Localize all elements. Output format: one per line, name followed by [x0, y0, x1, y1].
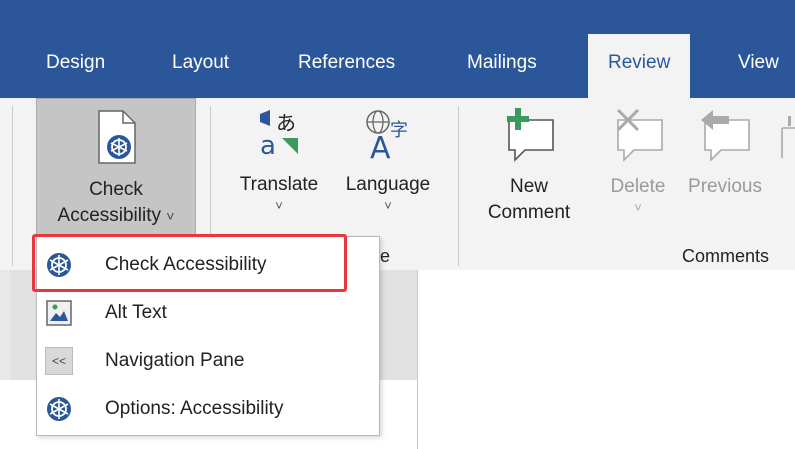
previous-label: Previous	[688, 176, 762, 197]
svg-text:あ: あ	[276, 111, 296, 135]
new-comment-button[interactable]: New Comment	[474, 106, 584, 226]
svg-text:a: a	[260, 131, 276, 160]
comments-group-label: Comments	[682, 246, 770, 266]
check-accessibility-dropdown: Check Accessibility Alt Text << Navigati…	[36, 236, 380, 436]
menu-item-check-accessibility[interactable]: Check Accessibility	[37, 241, 379, 289]
pane-divider	[417, 270, 418, 449]
group-separator	[458, 106, 459, 266]
check-accessibility-button[interactable]: Check Accessibility ˅	[36, 98, 196, 238]
check-accessibility-label-line1: Check	[89, 179, 143, 200]
translate-button[interactable]: あ a Translate ˅	[232, 108, 326, 214]
delete-comment-button[interactable]: Delete ˅	[600, 106, 676, 216]
accessibility-icon	[47, 253, 71, 277]
menu-item-label: Navigation Pane	[105, 350, 245, 371]
tab-mailings[interactable]: Mailings	[467, 48, 537, 78]
accessibility-icon	[98, 110, 136, 164]
previous-comment-icon	[701, 110, 750, 162]
menu-item-options-accessibility[interactable]: Options: Accessibility	[37, 385, 379, 433]
language-label: Language	[345, 174, 431, 195]
navigation-pane-icon: <<	[45, 347, 73, 375]
new-comment-label-line1: New	[509, 176, 548, 197]
tab-layout[interactable]: Layout	[172, 48, 229, 78]
chevron-down-icon: ˅	[166, 208, 175, 224]
tab-design[interactable]: Design	[46, 48, 105, 78]
delete-label: Delete	[610, 176, 666, 197]
alt-text-icon	[46, 300, 72, 326]
translate-icon: あ a	[260, 110, 298, 160]
previous-comment-button[interactable]: Previous	[680, 106, 770, 200]
svg-text:字: 字	[390, 120, 408, 141]
new-comment-icon	[507, 108, 554, 162]
translate-label: Translate	[239, 174, 319, 195]
next-comment-icon	[781, 116, 795, 158]
menu-item-label: Check Accessibility	[105, 254, 267, 275]
menu-item-navigation-pane[interactable]: << Navigation Pane	[37, 337, 379, 385]
chevron-down-icon: ˅	[275, 198, 283, 213]
menu-item-label: Alt Text	[105, 302, 167, 323]
language-button[interactable]: A 字 Language ˅	[334, 108, 442, 214]
delete-comment-icon	[616, 108, 663, 162]
chevron-down-icon: ˅	[634, 200, 642, 215]
menu-item-label: Options: Accessibility	[105, 398, 284, 419]
language-icon: A 字	[366, 110, 408, 160]
tab-view[interactable]: View	[738, 48, 779, 78]
menu-item-alt-text[interactable]: Alt Text	[37, 289, 379, 337]
accessibility-icon	[47, 397, 71, 421]
tab-references[interactable]: References	[298, 48, 395, 78]
chevron-down-icon: ˅	[384, 198, 392, 213]
ribbon-tab-bar: Design Layout References Mailings Review…	[0, 0, 795, 98]
tab-review[interactable]: Review	[588, 34, 691, 98]
group-separator	[12, 106, 13, 266]
check-accessibility-label-line2: Accessibility	[57, 205, 161, 226]
language-group-label: e	[380, 246, 391, 266]
svg-text:A: A	[370, 131, 391, 160]
new-comment-label-line2: Comment	[487, 202, 571, 223]
